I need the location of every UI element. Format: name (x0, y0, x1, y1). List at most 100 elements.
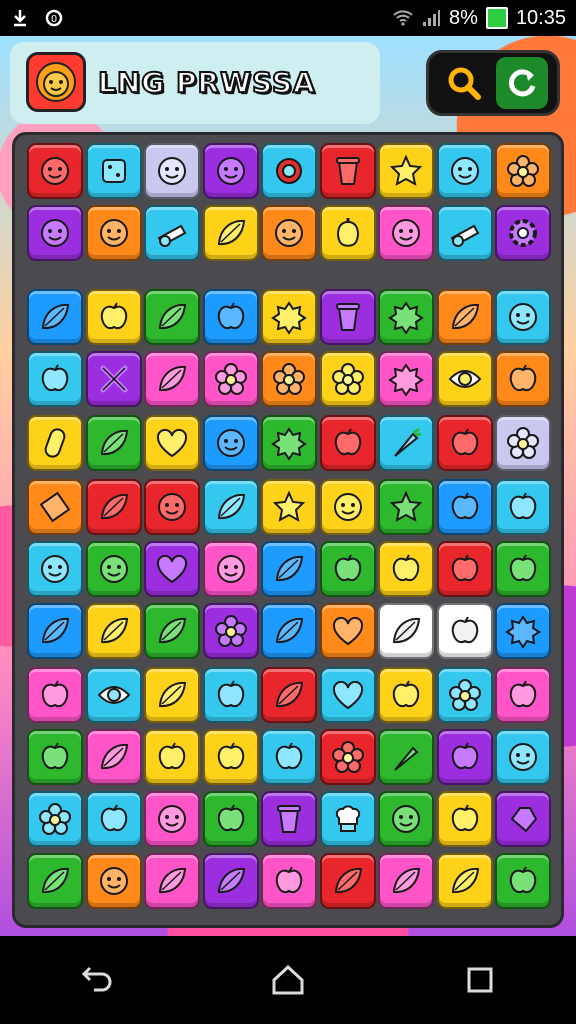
game-tile[interactable] (144, 289, 200, 345)
game-tile[interactable] (319, 603, 376, 659)
game-tile[interactable] (495, 603, 551, 659)
game-tile[interactable] (495, 729, 551, 785)
game-tile[interactable] (202, 479, 259, 535)
game-tile[interactable] (436, 791, 493, 847)
game-tile[interactable] (495, 205, 551, 261)
game-tile[interactable] (85, 415, 142, 471)
game-tile[interactable] (495, 853, 551, 909)
game-tile[interactable] (144, 729, 200, 785)
game-tile[interactable] (495, 415, 551, 471)
game-tile[interactable] (378, 603, 434, 659)
game-tile[interactable] (436, 853, 493, 909)
game-tile[interactable] (202, 729, 259, 785)
game-tile[interactable] (202, 289, 259, 345)
game-tile[interactable] (495, 541, 551, 597)
game-tile[interactable] (261, 415, 317, 471)
game-tile[interactable] (144, 853, 200, 909)
game-tile[interactable] (85, 289, 142, 345)
game-tile[interactable] (85, 541, 142, 597)
game-tile[interactable] (202, 205, 259, 261)
game-tile[interactable] (319, 205, 376, 261)
game-tile[interactable] (27, 729, 83, 785)
game-tile[interactable] (27, 351, 83, 407)
game-tile[interactable] (202, 603, 259, 659)
game-tile[interactable] (378, 143, 434, 199)
game-tile[interactable] (319, 853, 376, 909)
game-tile[interactable] (27, 415, 83, 471)
game-tile[interactable] (144, 603, 200, 659)
game-tile[interactable] (436, 479, 493, 535)
search-button[interactable] (438, 57, 490, 109)
game-tile[interactable] (261, 205, 317, 261)
back-button[interactable] (66, 950, 126, 1010)
game-tile[interactable] (202, 667, 259, 723)
game-tile[interactable] (495, 667, 551, 723)
game-tile[interactable] (202, 351, 259, 407)
game-tile[interactable] (261, 853, 317, 909)
game-tile[interactable] (144, 791, 200, 847)
game-tile[interactable] (85, 603, 142, 659)
game-tile[interactable] (378, 205, 434, 261)
game-tile[interactable] (27, 541, 83, 597)
game-tile[interactable] (378, 791, 434, 847)
game-tile[interactable] (436, 289, 493, 345)
game-tile[interactable] (27, 853, 83, 909)
game-tile[interactable] (436, 143, 493, 199)
game-tile[interactable] (85, 853, 142, 909)
game-tile[interactable] (378, 415, 434, 471)
game-tile[interactable] (261, 289, 317, 345)
game-tile[interactable] (436, 351, 493, 407)
game-tile[interactable] (202, 143, 259, 199)
game-tile[interactable] (27, 791, 83, 847)
lion-face-icon[interactable] (26, 52, 86, 112)
game-tile[interactable] (27, 143, 83, 199)
game-tile[interactable] (27, 479, 83, 535)
game-tile[interactable] (85, 791, 142, 847)
game-tile[interactable] (378, 541, 434, 597)
game-tile[interactable] (144, 541, 200, 597)
game-tile[interactable] (85, 143, 142, 199)
game-tile[interactable] (261, 791, 317, 847)
game-tile[interactable] (144, 351, 200, 407)
game-tile[interactable] (85, 351, 142, 407)
game-tile[interactable] (436, 541, 493, 597)
game-tile[interactable] (319, 289, 376, 345)
recents-button[interactable] (450, 950, 510, 1010)
game-tile[interactable] (261, 603, 317, 659)
home-button[interactable] (258, 950, 318, 1010)
game-tile[interactable] (202, 541, 259, 597)
game-tile[interactable] (319, 541, 376, 597)
game-tile[interactable] (261, 479, 317, 535)
game-tile[interactable] (261, 729, 317, 785)
game-tile[interactable] (495, 143, 551, 199)
game-tile[interactable] (261, 541, 317, 597)
game-tile[interactable] (319, 351, 376, 407)
game-tile[interactable] (144, 415, 200, 471)
game-tile[interactable] (261, 351, 317, 407)
game-tile[interactable] (436, 729, 493, 785)
game-tile[interactable] (378, 729, 434, 785)
game-tile[interactable] (319, 791, 376, 847)
game-tile[interactable] (202, 415, 259, 471)
game-tile[interactable] (27, 667, 83, 723)
game-tile[interactable] (202, 791, 259, 847)
game-tile[interactable] (27, 603, 83, 659)
game-tile[interactable] (319, 415, 376, 471)
game-tile[interactable] (378, 853, 434, 909)
game-tile[interactable] (495, 791, 551, 847)
game-tile[interactable] (436, 205, 493, 261)
game-tile[interactable] (144, 205, 200, 261)
game-tile[interactable] (144, 479, 200, 535)
game-tile[interactable] (495, 289, 551, 345)
game-tile[interactable] (202, 853, 259, 909)
game-tile[interactable] (85, 479, 142, 535)
game-tile[interactable] (261, 143, 317, 199)
game-tile[interactable] (261, 667, 317, 723)
game-tile[interactable] (27, 289, 83, 345)
refresh-button[interactable] (496, 57, 548, 109)
game-tile[interactable] (319, 729, 376, 785)
game-tile[interactable] (319, 667, 376, 723)
game-tile[interactable] (495, 479, 551, 535)
game-tile[interactable] (85, 729, 142, 785)
game-tile[interactable] (495, 351, 551, 407)
